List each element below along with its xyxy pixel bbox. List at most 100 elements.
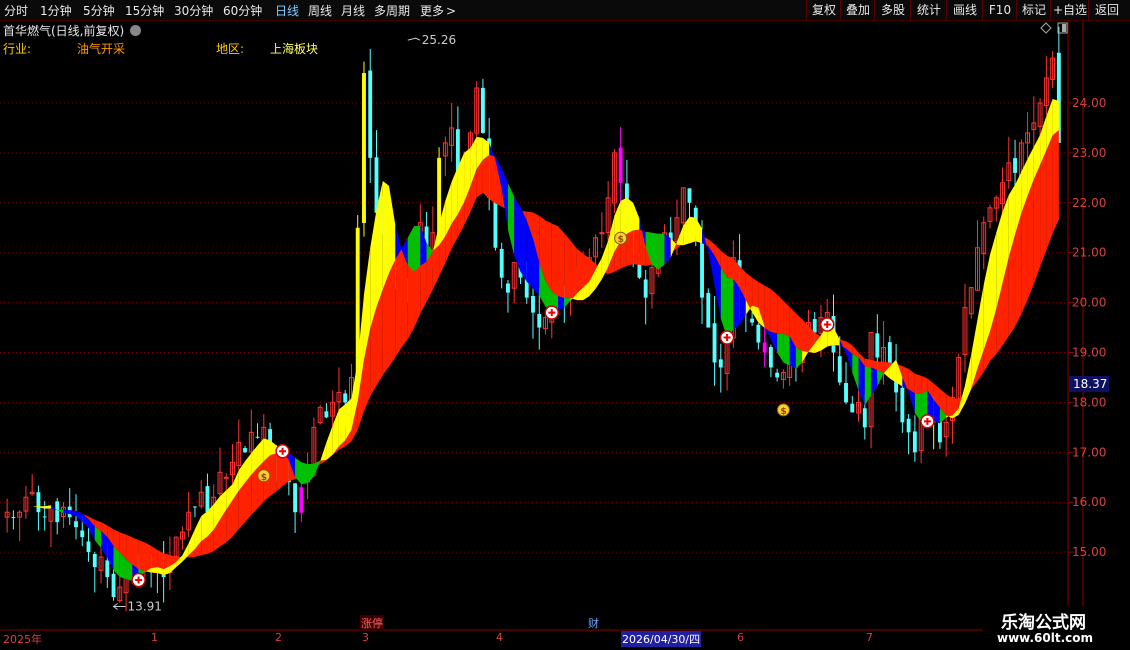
candle-body [343,393,348,403]
band-segment [1033,164,1041,285]
band-segment [564,298,571,308]
band-segment [558,226,565,299]
band-segment [307,463,314,484]
period-tab-5min[interactable]: 5分钟 [83,2,115,19]
band-segment [733,279,740,330]
band-segment [138,540,145,572]
period-tab-multi[interactable]: 多周期 [374,2,410,19]
band-segment [651,232,659,270]
band-segment [764,285,771,333]
multi-stock-button[interactable]: 多股 [874,0,911,20]
band-segment [626,197,634,234]
band-segment [570,240,577,301]
industry-value[interactable]: 油气开采 [77,40,125,57]
band-segment [626,230,634,266]
candle-body [111,573,116,598]
restore-right-button[interactable]: 复权 [806,0,841,20]
overlay-button[interactable]: 叠加 [840,0,875,20]
band-segment [338,404,346,447]
candle-body [506,283,510,293]
band-segment [908,389,915,414]
add-watchlist-button[interactable]: +自选 [1050,0,1089,20]
stats-button[interactable]: 统计 [910,0,947,20]
band-segment [689,216,696,244]
band-segment [908,368,915,394]
band-segment [389,185,396,274]
x-label-month: 4 [496,631,503,644]
band-segment [802,351,809,363]
band-segment [320,442,327,462]
period-tab-more[interactable]: 更多 > [420,2,456,19]
event-tag-finance[interactable]: 财 [588,615,599,631]
candles [4,26,1061,612]
period-tab-daily[interactable]: 日线 [275,2,299,19]
period-tab-weekly[interactable]: 周线 [308,2,332,19]
candle-body [862,408,867,428]
period-tab-monthly[interactable]: 月线 [341,2,365,19]
candle-body [762,342,767,353]
x-label-month: 2 [275,631,282,644]
band-segment [1052,99,1059,136]
chevron-right-icon: > [446,4,457,18]
back-button[interactable]: 返回 [1088,0,1125,20]
band-segment [238,482,246,529]
period-tab-30min[interactable]: 30分钟 [174,2,213,19]
y-tick-label: 16.00 [1072,495,1106,509]
low-price-label: 13.91 [128,599,162,613]
band-segment [783,300,790,337]
band-segment [507,183,515,256]
x-label-cursor-date: 2026/04/30/四 [621,631,702,647]
candle-body [1013,158,1017,173]
band-segment [833,327,840,346]
region-value[interactable]: 上海板块 [270,40,318,57]
stock-title-row: 首华燃气(日线,前复权) [3,22,142,39]
candle-body [912,431,917,453]
band-segment [432,245,440,290]
candle-body [531,296,535,313]
diamond-icon [1040,22,1052,34]
band-segment [852,353,859,391]
band-segment [795,313,803,352]
candle-body [74,521,78,528]
band-segment [126,534,133,565]
candle-body [875,333,880,358]
period-tab-timeshare[interactable]: 分时 [4,2,28,19]
candle-body [812,319,817,333]
band-segment [664,233,671,265]
candle-body [750,318,755,323]
band-segment [13,513,20,515]
band-segment [514,196,521,272]
event-tag-limit-up[interactable]: 涨停 [360,615,384,631]
high-marker [407,37,421,41]
band-segment [564,233,571,299]
period-tab-15min[interactable]: 15分钟 [125,2,164,19]
band-segment [658,233,665,270]
candle-body [92,553,97,568]
watermark-logo: 乐淘公式网 www.60lt.com [983,605,1130,650]
kline-chart[interactable]: 24.00 23.00 22.00 21.00 20.00 19.00 18.00 17.00… [0,20,1130,650]
candle-body [718,359,723,368]
chevron-down-icon[interactable] [130,25,142,36]
band-segment [558,296,565,311]
candle-body [900,387,905,423]
f10-button[interactable]: F10 [982,0,1017,20]
candle-body [193,506,197,508]
band-segment [382,273,390,376]
band-segment [720,267,728,338]
band-segment [777,294,784,335]
stock-title: 首华燃气(日线,前复权) [3,24,125,38]
y-tick-label: 21.00 [1072,246,1106,260]
band-segment [683,216,690,246]
mark-button[interactable]: 标记 [1016,0,1051,20]
x-label-month: 6 [737,631,744,644]
candle-body [324,411,329,418]
period-tab-60min[interactable]: 60分钟 [223,2,262,19]
band-segment [864,366,872,406]
period-tab-1min[interactable]: 1分钟 [40,2,72,19]
draw-line-button[interactable]: 画线 [946,0,983,20]
candle-body [844,383,848,403]
candle-body [837,356,842,383]
candle-body [756,324,761,343]
band-segment [25,506,33,510]
band-segment [770,289,778,334]
